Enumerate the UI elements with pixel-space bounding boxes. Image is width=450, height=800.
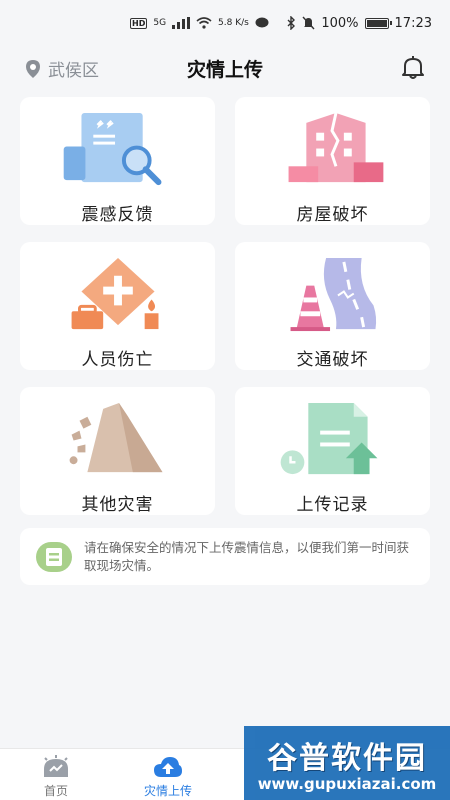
bluetooth-icon bbox=[287, 16, 296, 30]
watermark-url: www.gupuxiazai.com bbox=[257, 775, 437, 793]
card-shake-feedback[interactable]: 震感反馈 bbox=[20, 97, 215, 225]
home-dashboard-icon bbox=[44, 755, 68, 777]
battery-percent: 100% bbox=[321, 15, 359, 31]
house-damage-icon bbox=[288, 112, 383, 183]
signal-indicator: 5G bbox=[153, 18, 167, 28]
location-selector[interactable]: 武侯区 bbox=[24, 56, 99, 81]
notice-icon bbox=[36, 541, 72, 572]
page-title: 灾情上传 bbox=[186, 58, 263, 81]
status-left: HD 5G 5.8 K/s bbox=[130, 17, 269, 29]
card-label: 上传记录 bbox=[296, 495, 369, 515]
bell-icon[interactable] bbox=[400, 54, 426, 80]
nav-home[interactable]: 首页 bbox=[0, 749, 112, 800]
status-bar: HD 5G 5.8 K/s 100% 17:23 bbox=[0, 0, 450, 46]
signal-bars-icon bbox=[172, 17, 191, 29]
card-label: 房屋破坏 bbox=[296, 205, 369, 225]
battery-icon bbox=[364, 17, 392, 29]
net-speed: 5.8 K/s bbox=[218, 18, 249, 28]
watermark-logo: 谷普软件园 www.gupuxiazai.com bbox=[244, 726, 450, 800]
feedback-icon bbox=[63, 112, 161, 186]
nav-label: 灾情上传 bbox=[143, 784, 192, 798]
nav-disaster-upload[interactable]: 灾情上传 bbox=[112, 749, 224, 800]
app-header: 武侯区 灾情上传 bbox=[0, 46, 450, 90]
location-pin-icon bbox=[26, 59, 40, 78]
card-upload-record[interactable]: 上传记录 bbox=[235, 387, 430, 515]
card-other-disaster[interactable]: 其他灾害 bbox=[20, 387, 215, 515]
card-casualty[interactable]: 人员伤亡 bbox=[20, 242, 215, 370]
safety-notice: 请在确保安全的情况下上传震情信息，以便我们第一时间获取现场灾情。 bbox=[20, 528, 430, 585]
traffic-damage-icon bbox=[290, 257, 376, 332]
upload-record-icon bbox=[280, 402, 377, 475]
card-label: 其他灾害 bbox=[81, 495, 154, 515]
card-house-damage[interactable]: 房屋破坏 bbox=[235, 97, 430, 225]
landslide-icon bbox=[69, 402, 162, 473]
clock: 17:23 bbox=[394, 15, 432, 31]
casualty-icon bbox=[71, 257, 158, 330]
category-grid: 震感反馈 房屋破坏 人员伤亡 交通破坏 其他灾害 上传记录 bbox=[20, 97, 430, 515]
notice-text: 请在确保安全的情况下上传震情信息，以便我们第一时间获取现场灾情。 bbox=[84, 539, 410, 573]
card-label: 震感反馈 bbox=[81, 205, 154, 225]
hd-indicator: HD bbox=[130, 17, 148, 29]
chat-icon bbox=[255, 17, 269, 28]
watermark-title: 谷普软件园 bbox=[267, 741, 427, 776]
status-right: 100% 17:23 bbox=[286, 16, 432, 31]
cloud-upload-icon bbox=[154, 757, 182, 777]
card-traffic-damage[interactable]: 交通破坏 bbox=[235, 242, 430, 370]
location-label: 武侯区 bbox=[48, 61, 99, 81]
card-label: 人员伤亡 bbox=[81, 350, 154, 370]
mute-bell-icon bbox=[302, 16, 315, 30]
card-label: 交通破坏 bbox=[296, 350, 369, 370]
wifi-icon bbox=[196, 17, 212, 29]
nav-label: 首页 bbox=[43, 784, 68, 798]
